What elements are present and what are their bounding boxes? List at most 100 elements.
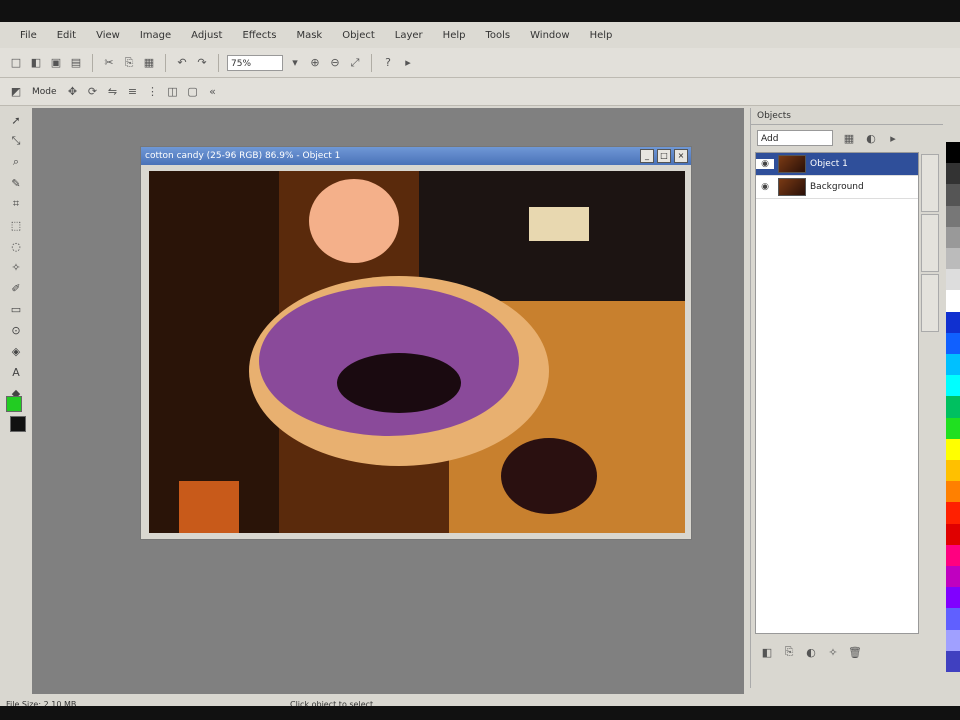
open-icon[interactable]: ◧ <box>28 55 44 71</box>
help-icon[interactable]: ? <box>380 55 396 71</box>
palette-swatch[interactable] <box>946 184 960 206</box>
palette-swatch[interactable] <box>946 502 960 524</box>
copy-icon[interactable]: ⎘ <box>121 55 137 71</box>
tool-preset-icon[interactable]: ◩ <box>8 84 24 100</box>
arrange-icon[interactable]: ◫ <box>165 84 181 100</box>
palette-swatch[interactable] <box>946 396 960 418</box>
print-icon[interactable]: ▤ <box>68 55 84 71</box>
palette-swatch[interactable] <box>946 163 960 185</box>
eraser-tool-icon[interactable]: ▭ <box>5 300 27 318</box>
close-icon[interactable]: × <box>674 149 688 163</box>
layer-list: ◉ Object 1 ◉ Background <box>755 152 919 634</box>
menu-file[interactable]: File <box>10 30 47 41</box>
palette-swatch[interactable] <box>946 438 960 461</box>
menu-edit[interactable]: Edit <box>47 30 86 41</box>
palette-swatch[interactable] <box>946 587 960 609</box>
cut-icon[interactable]: ✂ <box>101 55 117 71</box>
mask-object-icon[interactable]: ◐ <box>803 644 819 660</box>
rotate-icon[interactable]: ⟳ <box>85 84 101 100</box>
palette-swatch[interactable] <box>946 481 960 503</box>
palette-swatch[interactable] <box>946 523 960 545</box>
menu-help-1[interactable]: Help <box>433 30 476 41</box>
duplicate-object-icon[interactable]: ⎘ <box>781 644 797 660</box>
fill-tool-icon[interactable]: ◈ <box>5 342 27 360</box>
palette-swatch[interactable] <box>946 544 960 567</box>
transform-tool-icon[interactable]: ⤡ <box>5 132 27 150</box>
paste-icon[interactable]: ▦ <box>141 55 157 71</box>
menu-adjust[interactable]: Adjust <box>181 30 232 41</box>
palette-swatch[interactable] <box>946 332 960 355</box>
menu-tools[interactable]: Tools <box>475 30 520 41</box>
undo-icon[interactable]: ↶ <box>174 55 190 71</box>
flip-horizontal-icon[interactable]: ⇋ <box>105 84 121 100</box>
palette-swatch[interactable] <box>946 142 960 164</box>
palette-swatch[interactable] <box>946 269 960 291</box>
palette-swatch[interactable] <box>946 566 960 588</box>
menu-layer[interactable]: Layer <box>385 30 433 41</box>
menu-window[interactable]: Window <box>520 30 579 41</box>
minimize-icon[interactable]: _ <box>640 149 654 163</box>
background-color-swatch[interactable] <box>10 416 26 432</box>
zoom-out-icon[interactable]: ⊖ <box>327 55 343 71</box>
menu-view[interactable]: View <box>86 30 130 41</box>
palette-swatch[interactable] <box>946 311 960 333</box>
eye-icon[interactable]: ◉ <box>756 159 774 169</box>
palette-swatch[interactable] <box>946 375 960 397</box>
foreground-color-swatch[interactable] <box>6 396 22 412</box>
distribute-icon[interactable]: ⋮ <box>145 84 161 100</box>
zoom-in-icon[interactable]: ⊕ <box>307 55 323 71</box>
menu-help-2[interactable]: Help <box>580 30 623 41</box>
menu-image[interactable]: Image <box>130 30 181 41</box>
side-tab-history[interactable] <box>921 274 939 332</box>
palette-swatch[interactable] <box>946 248 960 270</box>
merge-mode-select[interactable]: Add <box>757 130 833 146</box>
palette-swatch[interactable] <box>946 650 960 673</box>
pick-tool-icon[interactable]: ➚ <box>5 111 27 129</box>
clone-tool-icon[interactable]: ⊙ <box>5 321 27 339</box>
palette-swatch[interactable] <box>946 290 960 312</box>
side-tab-brushes[interactable] <box>921 214 939 272</box>
palette-swatch[interactable] <box>946 629 960 651</box>
transform-icon[interactable]: ✥ <box>65 84 81 100</box>
redo-icon[interactable]: ↷ <box>194 55 210 71</box>
save-icon[interactable]: ▣ <box>48 55 64 71</box>
new-object-icon[interactable]: ◧ <box>759 644 775 660</box>
image-canvas[interactable] <box>149 171 685 533</box>
palette-swatch[interactable] <box>946 460 960 482</box>
mask-tool-icon[interactable]: ⬚ <box>5 216 27 234</box>
opacity-icon[interactable]: ◐ <box>863 130 879 146</box>
fit-icon[interactable]: ⤢ <box>347 55 363 71</box>
eye-icon[interactable]: ◉ <box>756 182 774 192</box>
palette-swatch[interactable] <box>946 205 960 227</box>
brush-tool-icon[interactable]: ✐ <box>5 279 27 297</box>
lasso-tool-icon[interactable]: ◌ <box>5 237 27 255</box>
palette-swatch[interactable] <box>946 417 960 439</box>
zoom-select[interactable]: 75% <box>227 54 283 71</box>
new-icon[interactable]: □ <box>8 55 24 71</box>
collapse-icon[interactable]: « <box>205 84 221 100</box>
panel-options-icon[interactable]: ▸ <box>885 130 901 146</box>
zoom-tool-icon[interactable]: ⌕ <box>5 153 27 171</box>
palette-swatch[interactable] <box>946 354 960 376</box>
side-tab-objects[interactable] <box>921 154 939 212</box>
menu-effects[interactable]: Effects <box>232 30 286 41</box>
eyedropper-icon[interactable]: ✎ <box>5 174 27 192</box>
group-icon[interactable]: ▢ <box>185 84 201 100</box>
palette-swatch[interactable] <box>946 608 960 630</box>
chevron-down-icon[interactable]: ▾ <box>287 55 303 71</box>
trash-icon[interactable]: 🗑 <box>847 644 863 660</box>
magic-wand-icon[interactable]: ✧ <box>5 258 27 276</box>
effects-object-icon[interactable]: ✧ <box>825 644 841 660</box>
palette-swatch[interactable] <box>946 226 960 249</box>
crop-tool-icon[interactable]: ⌗ <box>5 195 27 213</box>
document-titlebar[interactable]: cotton candy (25-96 RGB) 86.9% - Object … <box>141 147 691 165</box>
layer-row-background[interactable]: ◉ Background <box>756 176 918 199</box>
align-icon[interactable]: ≡ <box>125 84 141 100</box>
menu-object[interactable]: Object <box>332 30 385 41</box>
options-icon[interactable]: ▸ <box>400 55 416 71</box>
menu-mask[interactable]: Mask <box>286 30 332 41</box>
layer-row-object-1[interactable]: ◉ Object 1 <box>756 153 918 176</box>
lock-icon[interactable]: ▦ <box>841 130 857 146</box>
maximize-icon[interactable]: □ <box>657 149 671 163</box>
text-tool-icon[interactable]: A <box>5 363 27 381</box>
